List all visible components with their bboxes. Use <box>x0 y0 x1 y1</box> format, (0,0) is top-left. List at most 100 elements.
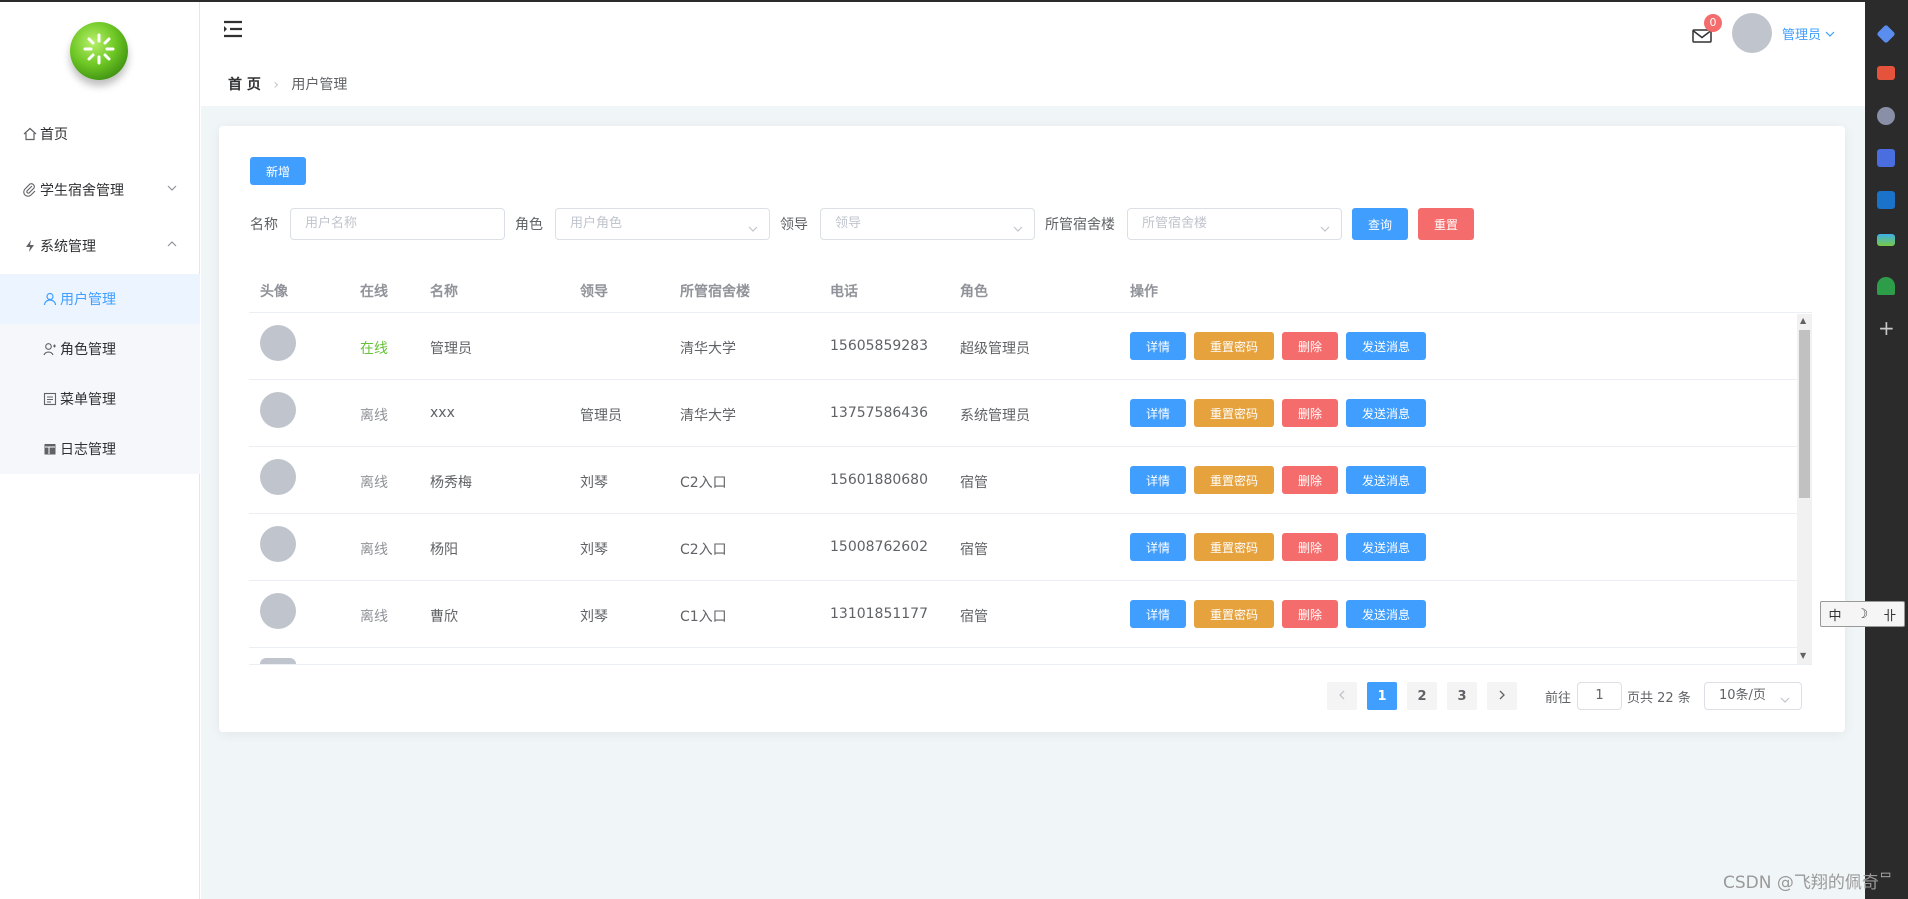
header-divider <box>249 312 1812 313</box>
punctuation-icon[interactable]: 卝 <box>1883 605 1896 624</box>
page-size-select[interactable]: 10条/页 <box>1704 682 1802 710</box>
send-message-button[interactable]: 发送消息 <box>1346 332 1426 360</box>
outlook-icon[interactable] <box>1877 191 1895 209</box>
leader-select[interactable]: 领导 <box>820 208 1035 240</box>
page-1-button[interactable]: 1 <box>1367 682 1397 710</box>
plus-icon[interactable]: + <box>1878 318 1895 338</box>
row-avatar <box>260 325 296 361</box>
user-name-cell: 曹欣 <box>430 609 458 625</box>
send-message-button[interactable]: 发送消息 <box>1346 466 1426 494</box>
delete-button[interactable]: 删除 <box>1282 466 1338 494</box>
sidebar-item-label: 菜单管理 <box>60 392 116 408</box>
drive-icon[interactable] <box>1877 234 1895 246</box>
sidebar-item-system[interactable]: 系统管理 <box>0 221 200 271</box>
sidebar-item-home[interactable]: 首页 <box>0 109 200 159</box>
role-cell: 宿管 <box>960 475 988 491</box>
chevron-down-icon <box>1319 217 1331 247</box>
tree-icon[interactable] <box>1877 277 1895 295</box>
sidebar: 首页 学生宿舍管理 系统管理 用户管理 角色管理 菜单管理 日志管理 <box>0 0 200 899</box>
scrollbar-thumb[interactable] <box>1799 330 1810 498</box>
sidebar-item-users[interactable]: 用户管理 <box>0 274 200 324</box>
table-bottom-border <box>249 664 1812 665</box>
breadcrumb-home[interactable]: 首 页 <box>228 77 261 93</box>
delete-button[interactable]: 删除 <box>1282 533 1338 561</box>
window-top-border <box>0 0 1865 2</box>
sidebar-item-label: 角色管理 <box>60 342 116 358</box>
sidebar-item-logs[interactable]: 日志管理 <box>0 424 200 474</box>
panel-toggle-icon[interactable]: ▭ <box>1880 867 1891 881</box>
sidebar-item-roles[interactable]: 角色管理 <box>0 324 200 374</box>
detail-button[interactable]: 详情 <box>1130 466 1186 494</box>
building-cell: 清华大学 <box>680 408 736 424</box>
scroll-up-icon[interactable]: ▲ <box>1800 316 1806 325</box>
query-button[interactable]: 查询 <box>1352 208 1408 240</box>
reset-password-button[interactable]: 重置密码 <box>1194 466 1274 494</box>
user-group-icon <box>42 341 58 357</box>
column-header-actions: 操作 <box>1130 284 1158 300</box>
tag-icon[interactable] <box>1876 24 1896 44</box>
phone-cell: 15605859283 <box>830 338 928 354</box>
ime-toolbar[interactable]: 中 ☽ 卝 <box>1820 601 1905 627</box>
row-divider <box>249 379 1812 380</box>
building-cell: C2入口 <box>680 475 727 491</box>
add-button[interactable]: 新增 <box>250 157 306 185</box>
reset-password-button[interactable]: 重置密码 <box>1194 399 1274 427</box>
copilot-icon[interactable] <box>1877 149 1895 167</box>
notification-badge: 0 <box>1704 14 1722 32</box>
hamburger-icon[interactable] <box>223 20 243 42</box>
reset-password-button[interactable]: 重置密码 <box>1194 332 1274 360</box>
detail-button[interactable]: 详情 <box>1130 600 1186 628</box>
delete-button[interactable]: 删除 <box>1282 399 1338 427</box>
user-name-cell: 管理员 <box>430 341 472 357</box>
scroll-down-icon[interactable]: ▼ <box>1800 651 1806 660</box>
role-select[interactable]: 用户角色 <box>555 208 770 240</box>
leader-cell: 刘琴 <box>580 475 608 491</box>
detail-button[interactable]: 详情 <box>1130 332 1186 360</box>
sidebar-item-menus[interactable]: 菜单管理 <box>0 374 200 424</box>
user-menu[interactable]: 管理员 <box>1782 24 1835 43</box>
leader-cell: 刘琴 <box>580 609 608 625</box>
send-message-button[interactable]: 发送消息 <box>1346 399 1426 427</box>
column-header-leader: 领导 <box>580 284 608 300</box>
filter-leader-label: 领导 <box>780 217 808 233</box>
delete-button[interactable]: 删除 <box>1282 600 1338 628</box>
sidebar-item-dorm[interactable]: 学生宿舍管理 <box>0 165 200 215</box>
reset-button[interactable]: 重置 <box>1418 208 1474 240</box>
user-name-label: 管理员 <box>1782 28 1822 43</box>
send-message-button[interactable]: 发送消息 <box>1346 600 1426 628</box>
detail-button[interactable]: 详情 <box>1130 399 1186 427</box>
chevron-down-icon <box>1779 690 1791 716</box>
people-icon[interactable] <box>1877 107 1895 125</box>
row-divider <box>249 513 1812 514</box>
detail-button[interactable]: 详情 <box>1130 533 1186 561</box>
reset-password-button[interactable]: 重置密码 <box>1194 600 1274 628</box>
filter-name-label: 名称 <box>250 217 278 233</box>
online-status: 离线 <box>360 609 388 625</box>
moon-icon[interactable]: ☽ <box>1857 607 1869 622</box>
user-avatar[interactable] <box>1732 13 1772 53</box>
breadcrumb-current: 用户管理 <box>291 77 348 93</box>
ime-language[interactable]: 中 <box>1829 605 1842 624</box>
page-3-button[interactable]: 3 <box>1447 682 1477 710</box>
send-message-button[interactable]: 发送消息 <box>1346 533 1426 561</box>
building-select[interactable]: 所管宿舍楼 <box>1127 208 1342 240</box>
chevron-down-icon <box>1012 217 1024 247</box>
reset-password-button[interactable]: 重置密码 <box>1194 533 1274 561</box>
prev-page-button[interactable] <box>1327 682 1357 710</box>
delete-button[interactable]: 删除 <box>1282 332 1338 360</box>
leader-cell: 管理员 <box>580 408 622 424</box>
chevron-right-icon <box>1497 689 1507 704</box>
watermark: CSDN @飞翔的佩奇 <box>1723 873 1879 893</box>
role-cell: 宿管 <box>960 542 988 558</box>
paperclip-icon <box>22 182 38 198</box>
page-2-button[interactable]: 2 <box>1407 682 1437 710</box>
column-header-role: 角色 <box>960 284 988 300</box>
toolbox-icon[interactable] <box>1877 66 1895 80</box>
next-page-button[interactable] <box>1487 682 1517 710</box>
goto-page-input[interactable]: 1 <box>1577 682 1622 710</box>
phone-cell: 15601880680 <box>830 472 928 488</box>
app-logo <box>70 22 128 80</box>
online-status: 离线 <box>360 542 388 558</box>
name-search-input[interactable]: 用户名称 <box>290 208 505 240</box>
column-header-name: 名称 <box>430 284 458 300</box>
